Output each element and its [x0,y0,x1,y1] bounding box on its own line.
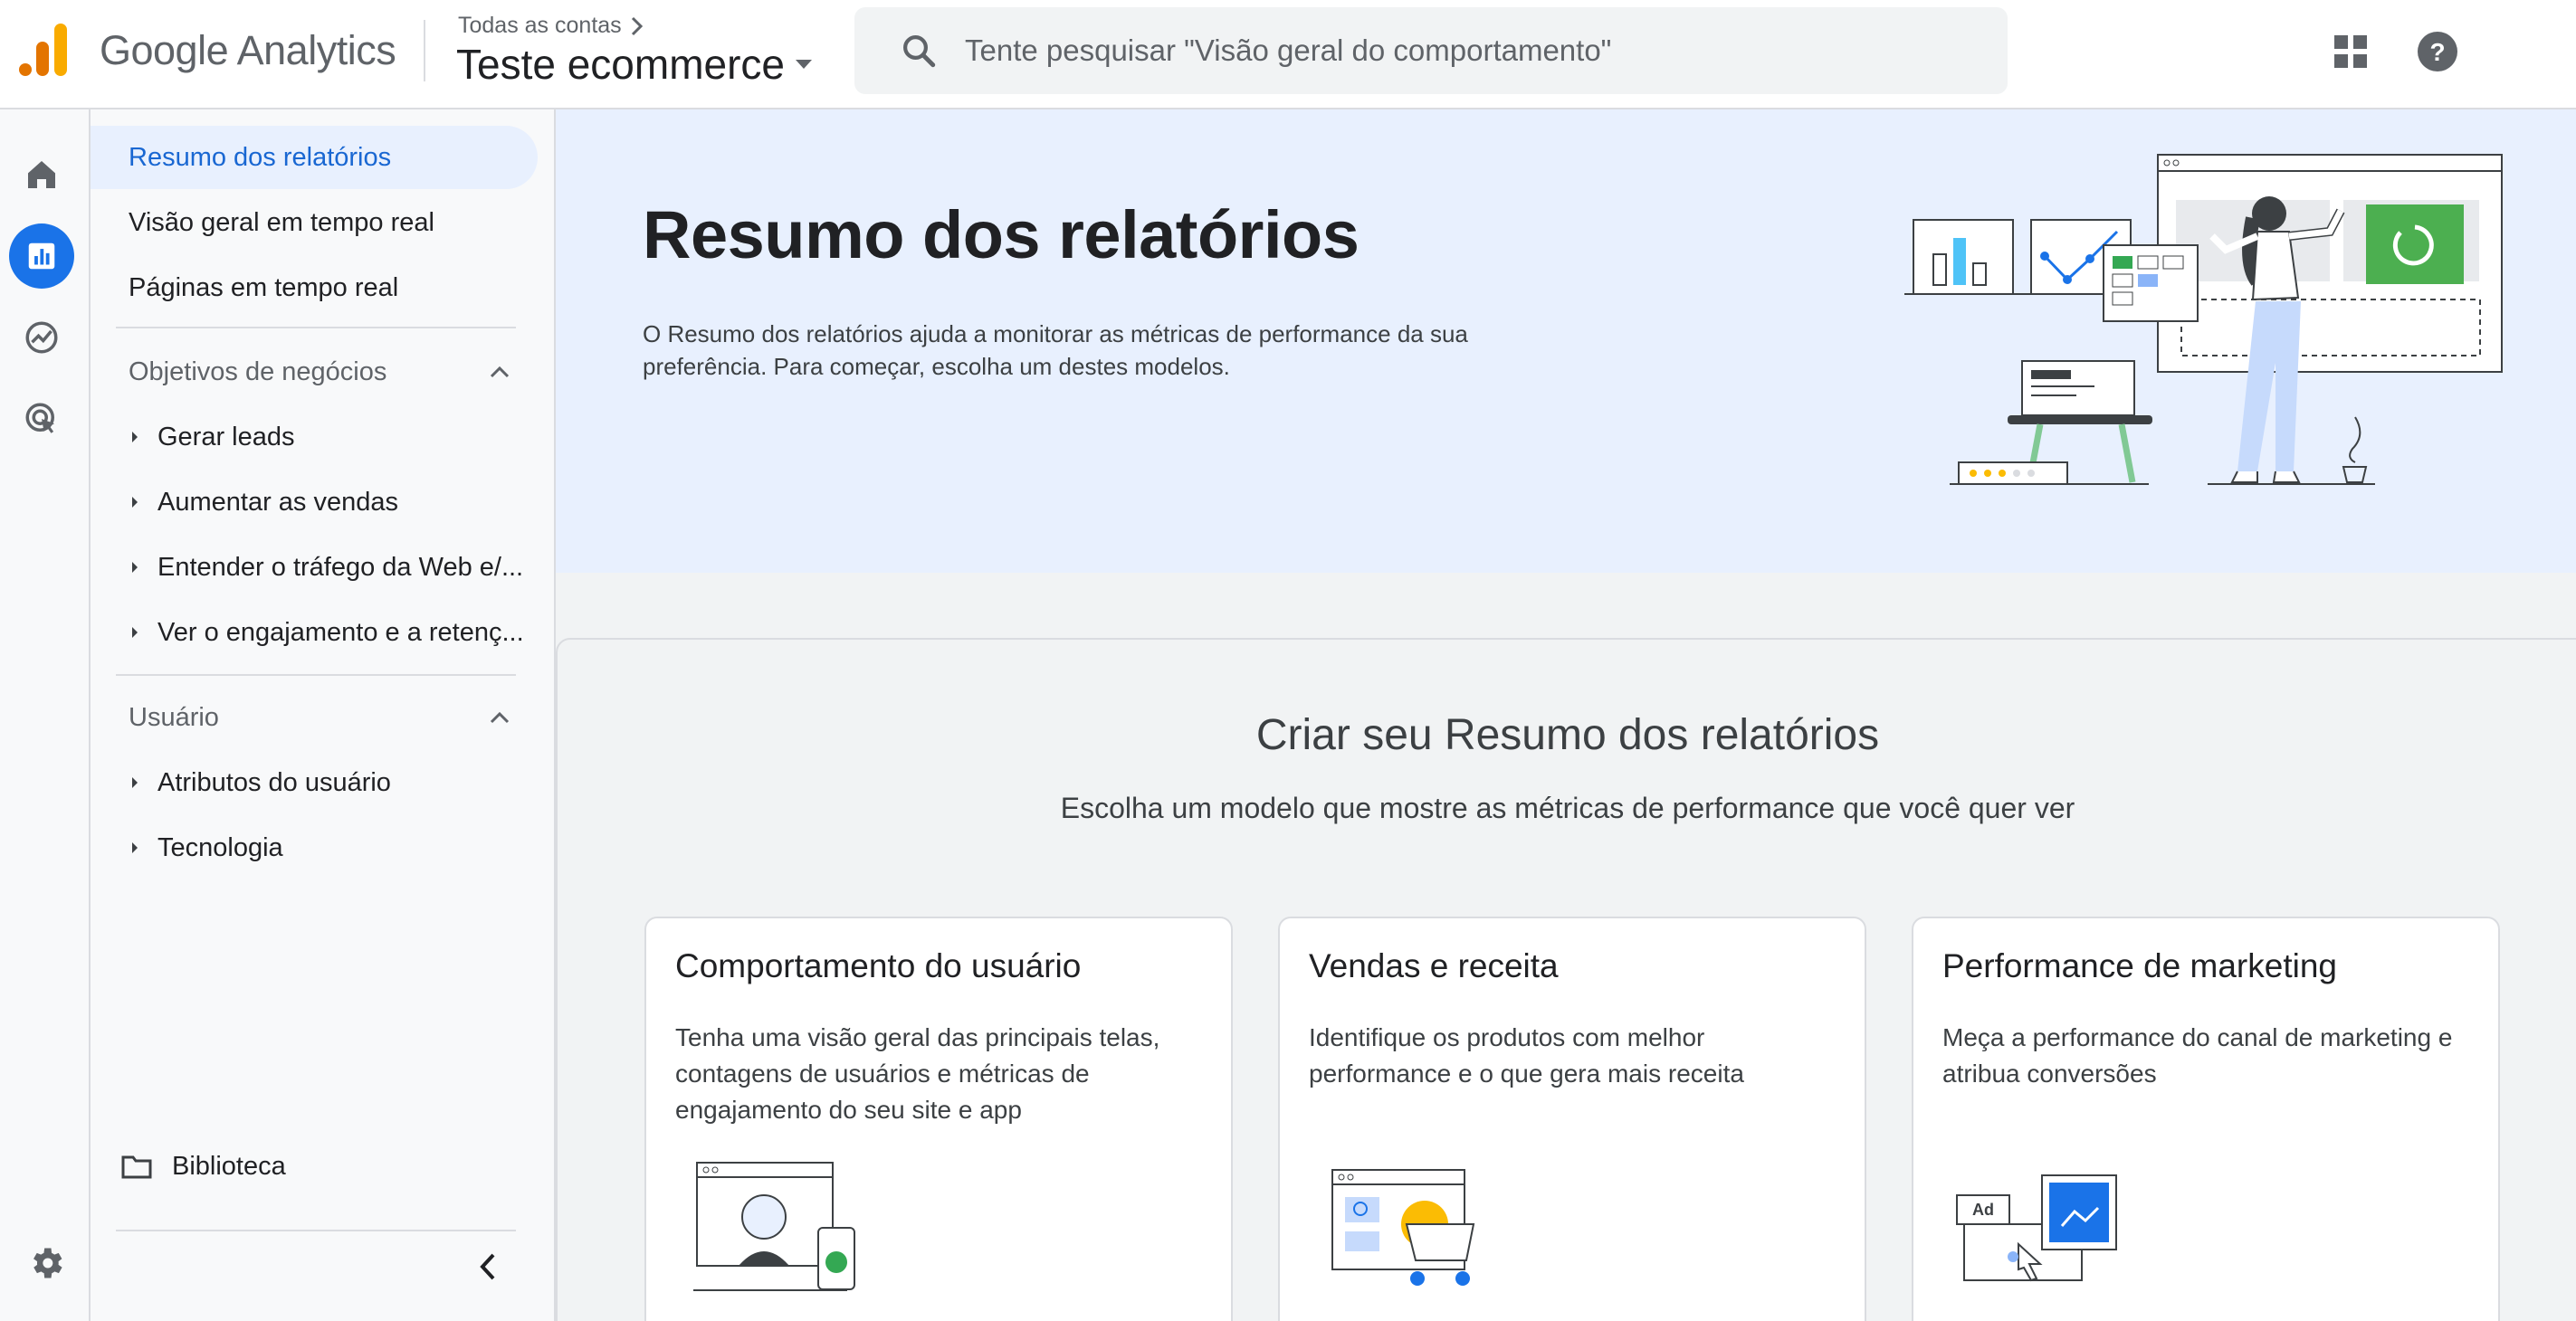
card-description: Tenha uma visão geral das principais tel… [675,1023,1160,1124]
nav-section-label: Usuário [129,702,219,732]
nav-item-label: Páginas em tempo real [129,272,399,302]
nav-sub-label: Ver o engajamento e a retenç... [157,617,524,647]
nav-item-label: Resumo dos relatórios [129,142,392,172]
nav-sub-increase-sales[interactable]: Aumentar as vendas [91,473,538,531]
card-title: Performance de marketing [1942,947,2337,984]
page-description: O Resumo dos relatórios ajuda a monitora… [643,320,1468,380]
nav-divider [116,674,516,676]
chevron-left-icon [480,1253,495,1280]
apps-grid-icon [2334,35,2367,68]
svg-text:?: ? [2429,38,2445,66]
dropdown-arrow-icon [796,60,813,69]
nav-section-user[interactable]: Usuário [91,690,538,745]
search-input[interactable] [965,33,1961,68]
user-behavior-illustration-icon [693,1162,855,1291]
template-card-marketing-performance[interactable]: Performance de marketing Meça a performa… [1912,917,2500,1321]
card-title: Vendas e receita [1309,947,1559,984]
nav-divider [116,1230,516,1231]
hero-illustration-icon [1904,154,2503,485]
caret-right-icon [112,841,157,854]
rail-home-button[interactable] [9,142,74,207]
caret-right-icon [112,561,157,574]
nav-sub-label: Gerar leads [157,422,295,451]
templates-title: Criar seu Resumo dos relatórios [1255,711,1880,759]
chevron-up-icon [490,366,510,378]
nav-section-label: Objetivos de negócios [129,356,387,386]
nav-sub-user-attributes[interactable]: Atributos do usuário [91,754,538,812]
nav-item-realtime-overview[interactable]: Visão geral em tempo real [91,191,538,254]
property-name: Teste ecommerce [456,41,786,88]
navigation-rail [0,109,91,1321]
nav-divider [116,327,516,328]
page-title: Resumo dos relatórios [643,197,1360,272]
account-breadcrumb[interactable]: Todas as contas [458,13,645,39]
template-card-sales-revenue[interactable]: Vendas e receita Identifique os produtos… [1278,917,1866,1321]
templates-panel: Criar seu Resumo dos relatórios Escolha … [556,638,2576,1321]
nav-item-label: Visão geral em tempo real [129,207,434,237]
nav-sub-label: Aumentar as vendas [157,487,398,517]
property-selector[interactable]: Teste ecommerce [456,40,814,89]
hero-banner: Resumo dos relatórios O Resumo dos relat… [556,109,2576,573]
sales-revenue-illustration-icon [1331,1169,1475,1286]
account-crumb-label: Todas as contas [458,13,622,38]
collapse-nav-button[interactable] [465,1244,510,1289]
reports-icon [28,242,55,270]
nav-item-reports-snapshot[interactable]: Resumo dos relatórios [91,126,538,189]
main-content: Resumo dos relatórios O Resumo dos relat… [556,109,2576,1321]
nav-sub-engagement-retention[interactable]: Ver o engajamento e a retenç... [91,603,538,661]
settings-button[interactable] [22,1239,71,1288]
nav-sub-technology[interactable]: Tecnologia [91,819,538,877]
help-icon: ? [2418,32,2457,71]
rail-reports-button[interactable] [9,223,74,289]
nav-sub-label: Tecnologia [157,832,283,862]
caret-right-icon [112,776,157,789]
caret-right-icon [112,626,157,639]
top-app-bar: Google Analytics Todas as contas Teste e… [0,0,2576,109]
help-button[interactable]: ? [2413,27,2462,76]
nav-item-realtime-pages[interactable]: Páginas em tempo real [91,256,538,319]
nav-sub-label: Entender o tráfego da Web e/... [157,552,524,582]
gear-icon [33,1248,62,1278]
search-bar[interactable] [854,7,2008,94]
card-description: Meça a performance do canal de marketing… [1942,1023,2453,1088]
nav-section-business-objectives[interactable]: Objetivos de negócios [91,345,538,399]
caret-right-icon [112,431,157,443]
search-icon [903,35,936,68]
chevron-right-icon [631,16,643,35]
folder-icon [121,1155,152,1179]
card-title: Comportamento do usuário [675,947,1082,984]
reports-side-nav: Resumo dos relatórios Visão geral em tem… [91,109,556,1321]
marketing-illustration-icon: Ad [1956,1174,2117,1282]
templates-subtitle: Escolha um modelo que mostre as métricas… [1060,792,2075,824]
home-icon [28,161,55,188]
header-divider [424,20,425,81]
nav-library[interactable]: Biblioteca [91,1137,538,1195]
nav-sub-label: Atributos do usuário [157,767,391,797]
nav-sub-generate-leads[interactable]: Gerar leads [91,408,538,466]
advertising-icon [25,403,54,433]
card-description: Identifique os produtos com melhor perfo… [1309,1023,1744,1088]
rail-advertising-button[interactable] [9,386,74,451]
brand-name: Google Analytics [100,27,396,73]
caret-right-icon [112,496,157,508]
library-label: Biblioteca [172,1151,286,1181]
apps-grid-button[interactable] [2326,27,2375,76]
template-card-user-behavior[interactable]: Comportamento do usuário Tenha uma visão… [644,917,1233,1321]
rail-explore-button[interactable] [9,305,74,370]
explore-icon [25,321,58,354]
ad-badge: Ad [1972,1201,1994,1219]
google-analytics-logo-icon [19,24,67,76]
chevron-up-icon [490,711,510,724]
nav-sub-web-traffic[interactable]: Entender o tráfego da Web e/... [91,538,538,596]
